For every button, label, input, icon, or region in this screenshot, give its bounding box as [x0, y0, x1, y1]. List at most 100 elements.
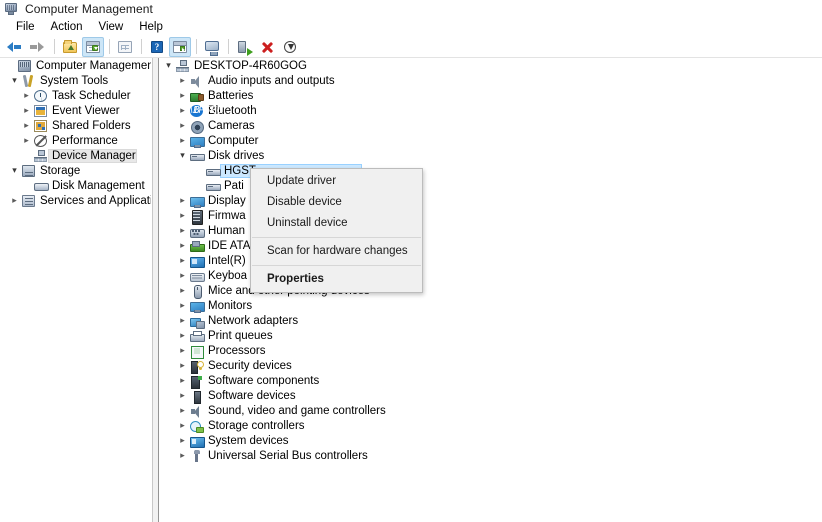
chevron-down-icon[interactable]: ▾: [162, 58, 175, 73]
chevron-down-icon[interactable]: ▾: [8, 163, 21, 178]
chevron-right-icon[interactable]: ▸: [20, 103, 33, 118]
device-node-storage-controllers[interactable]: ▸ Storage controllers: [160, 418, 822, 433]
context-menu-disable-device[interactable]: Disable device: [251, 192, 422, 213]
device-node-batteries[interactable]: ▸ Batteries: [160, 88, 822, 103]
chevron-right-icon[interactable]: ▸: [176, 238, 189, 253]
computer-management-icon: [17, 59, 33, 73]
console-node-disk-management[interactable]: Disk Management: [0, 178, 151, 193]
chevron-right-icon[interactable]: ▸: [176, 298, 189, 313]
console-node-services-and-applications[interactable]: ▸ Services and Applications: [0, 193, 151, 208]
console-node-shared-folders[interactable]: ▸ Shared Folders: [0, 118, 151, 133]
chevron-right-icon[interactable]: ▸: [176, 283, 189, 298]
console-node-performance[interactable]: ▸ Performance: [0, 133, 151, 148]
console-node-storage[interactable]: ▾ Storage: [0, 163, 151, 178]
device-node-audio[interactable]: ▸ Audio inputs and outputs: [160, 73, 822, 88]
device-node-security-devices[interactable]: ▸ Security devices: [160, 358, 822, 373]
computer-management-window: Computer Management File Action View Hel…: [0, 0, 822, 522]
menu-help[interactable]: Help: [131, 20, 171, 34]
scan-hardware-changes-button[interactable]: [279, 37, 301, 57]
chevron-down-icon[interactable]: ▾: [176, 148, 189, 163]
device-node-label: DESKTOP-4R60GOG: [191, 60, 307, 72]
menu-view[interactable]: View: [91, 20, 132, 34]
chevron-right-icon[interactable]: ▸: [176, 388, 189, 403]
chevron-right-icon[interactable]: ▸: [176, 403, 189, 418]
system-tools-wrench-icon: [21, 74, 37, 88]
chevron-right-icon[interactable]: ▸: [176, 193, 189, 208]
show-hide-console-tree-button[interactable]: [169, 37, 191, 57]
context-menu-update-driver[interactable]: Update driver: [251, 171, 422, 192]
device-node-system-devices[interactable]: ▸ System devices: [160, 433, 822, 448]
device-node-label: Audio inputs and outputs: [205, 75, 335, 87]
update-driver-button[interactable]: [233, 37, 255, 57]
help-button[interactable]: ?: [146, 37, 168, 57]
display-resources-button[interactable]: [201, 37, 223, 57]
chevron-right-icon[interactable]: ▸: [176, 253, 189, 268]
menu-action[interactable]: Action: [43, 20, 91, 34]
chevron-right-icon[interactable]: ▸: [176, 103, 189, 118]
device-node-software-components[interactable]: ▸ Software components: [160, 373, 822, 388]
console-node-task-scheduler[interactable]: ▸ Task Scheduler: [0, 88, 151, 103]
device-node-bluetooth[interactable]: ▸ B Bluetooth: [160, 103, 822, 118]
device-node-computer[interactable]: ▸ Computer: [160, 133, 822, 148]
chevron-right-icon[interactable]: ▸: [176, 358, 189, 373]
chevron-right-icon[interactable]: ▸: [176, 433, 189, 448]
export-list-button[interactable]: [114, 37, 136, 57]
chevron-right-icon[interactable]: ▸: [8, 193, 21, 208]
context-menu-uninstall-device[interactable]: Uninstall device: [251, 213, 422, 234]
device-node-sound-video-game-controllers[interactable]: ▸ Sound, video and game controllers: [160, 403, 822, 418]
device-node-label: Computer: [205, 135, 259, 147]
console-node-label: System Tools: [37, 75, 108, 87]
back-button[interactable]: [4, 37, 26, 57]
device-node-label: Software devices: [205, 390, 296, 402]
chevron-right-icon[interactable]: ▸: [176, 313, 189, 328]
menu-file[interactable]: File: [8, 20, 43, 34]
chevron-right-icon[interactable]: ▸: [176, 328, 189, 343]
ide-ata-icon: [189, 239, 205, 253]
console-node-computer-management[interactable]: Computer Management (Local: [0, 58, 151, 73]
uninstall-device-button[interactable]: [256, 37, 278, 57]
pane-splitter[interactable]: [152, 58, 159, 522]
chevron-right-icon[interactable]: ▸: [176, 343, 189, 358]
context-menu-scan-for-hardware-changes[interactable]: Scan for hardware changes: [251, 241, 422, 262]
device-node-monitors[interactable]: ▸ Monitors: [160, 298, 822, 313]
console-node-device-manager[interactable]: Device Manager: [0, 148, 151, 163]
device-node-usb-controllers[interactable]: ▸ Universal Serial Bus controllers: [160, 448, 822, 463]
chevron-right-icon[interactable]: ▸: [176, 73, 189, 88]
chevron-right-icon[interactable]: ▸: [176, 208, 189, 223]
context-menu-properties[interactable]: Properties: [251, 269, 422, 290]
chevron-right-icon[interactable]: ▸: [176, 418, 189, 433]
device-manager-icon: [33, 149, 49, 163]
chevron-right-icon[interactable]: ▸: [176, 88, 189, 103]
device-node-desktop[interactable]: ▾ DESKTOP-4R60GOG: [160, 58, 822, 73]
disk-drive-icon: [205, 164, 221, 178]
chevron-right-icon[interactable]: ▸: [176, 373, 189, 388]
chevron-right-icon[interactable]: ▸: [176, 268, 189, 283]
device-node-disk-drives[interactable]: ▾ Disk drives: [160, 148, 822, 163]
shared-folders-icon: [33, 119, 49, 133]
context-menu-separator: [252, 265, 421, 266]
chevron-right-icon[interactable]: ▸: [176, 223, 189, 238]
properties-button[interactable]: [82, 37, 104, 57]
chevron-right-icon[interactable]: ▸: [176, 133, 189, 148]
device-node-label: IDE ATA: [205, 240, 250, 252]
console-node-system-tools[interactable]: ▾ System Tools: [0, 73, 151, 88]
chevron-right-icon[interactable]: ▸: [20, 118, 33, 133]
forward-button[interactable]: [27, 37, 49, 57]
device-node-network-adapters[interactable]: ▸ Network adapters: [160, 313, 822, 328]
chevron-right-icon[interactable]: ▸: [20, 133, 33, 148]
device-node-software-devices[interactable]: ▸ Software devices: [160, 388, 822, 403]
up-one-level-button[interactable]: [59, 37, 81, 57]
chevron-right-icon[interactable]: ▸: [20, 88, 33, 103]
processor-icon: [189, 344, 205, 358]
chevron-down-icon[interactable]: ▾: [8, 73, 21, 88]
console-node-label: Storage: [37, 165, 80, 177]
console-node-label: Event Viewer: [49, 105, 120, 117]
device-node-label: Universal Serial Bus controllers: [205, 450, 368, 462]
device-node-cameras[interactable]: ▸ Cameras: [160, 118, 822, 133]
device-node-processors[interactable]: ▸ Processors: [160, 343, 822, 358]
console-node-event-viewer[interactable]: ▸ Event Viewer: [0, 103, 151, 118]
performance-icon: [33, 134, 49, 148]
chevron-right-icon[interactable]: ▸: [176, 118, 189, 133]
chevron-right-icon[interactable]: ▸: [176, 448, 189, 463]
device-node-print-queues[interactable]: ▸ Print queues: [160, 328, 822, 343]
